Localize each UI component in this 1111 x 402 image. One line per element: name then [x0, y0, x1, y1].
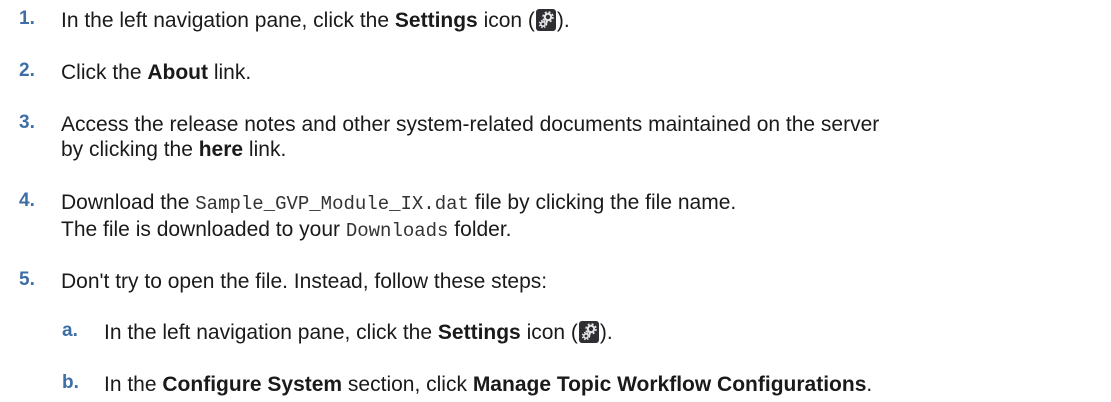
settings-gear-icon [578, 321, 599, 343]
step-number: 4. [19, 190, 35, 211]
step-text: Download the Sample_GVP_Module_IX.dat fi… [61, 191, 737, 242]
substep-letter: a. [62, 320, 78, 341]
settings-label: Settings [394, 9, 478, 32]
settings-gear-icon [535, 9, 556, 31]
manage-topic-workflow-label: Manage Topic Workflow Configurations [472, 373, 867, 396]
step-text: Don't try to open the file. Instead, fol… [61, 270, 548, 293]
substep-text: In the left navigation pane, click the S… [104, 321, 613, 344]
file-name: Sample_GVP_Module_IX.dat [195, 193, 469, 215]
settings-label: Settings [437, 321, 521, 344]
step-number: 3. [19, 112, 35, 133]
about-link-label: About [147, 61, 209, 84]
substep-letter: b. [62, 372, 79, 393]
configure-system-label: Configure System [162, 373, 343, 396]
substep-text: In the Configure System section, click M… [104, 373, 873, 396]
folder-name: Downloads [345, 220, 449, 242]
here-link-label: here [198, 138, 244, 161]
step-number: 1. [19, 8, 35, 29]
step-text: Access the release notes and other syste… [61, 113, 880, 161]
step-text: Click the About link. [61, 61, 252, 84]
step-number: 5. [19, 269, 35, 290]
step-number: 2. [19, 60, 35, 81]
step-text: In the left navigation pane, click the S… [61, 9, 570, 32]
